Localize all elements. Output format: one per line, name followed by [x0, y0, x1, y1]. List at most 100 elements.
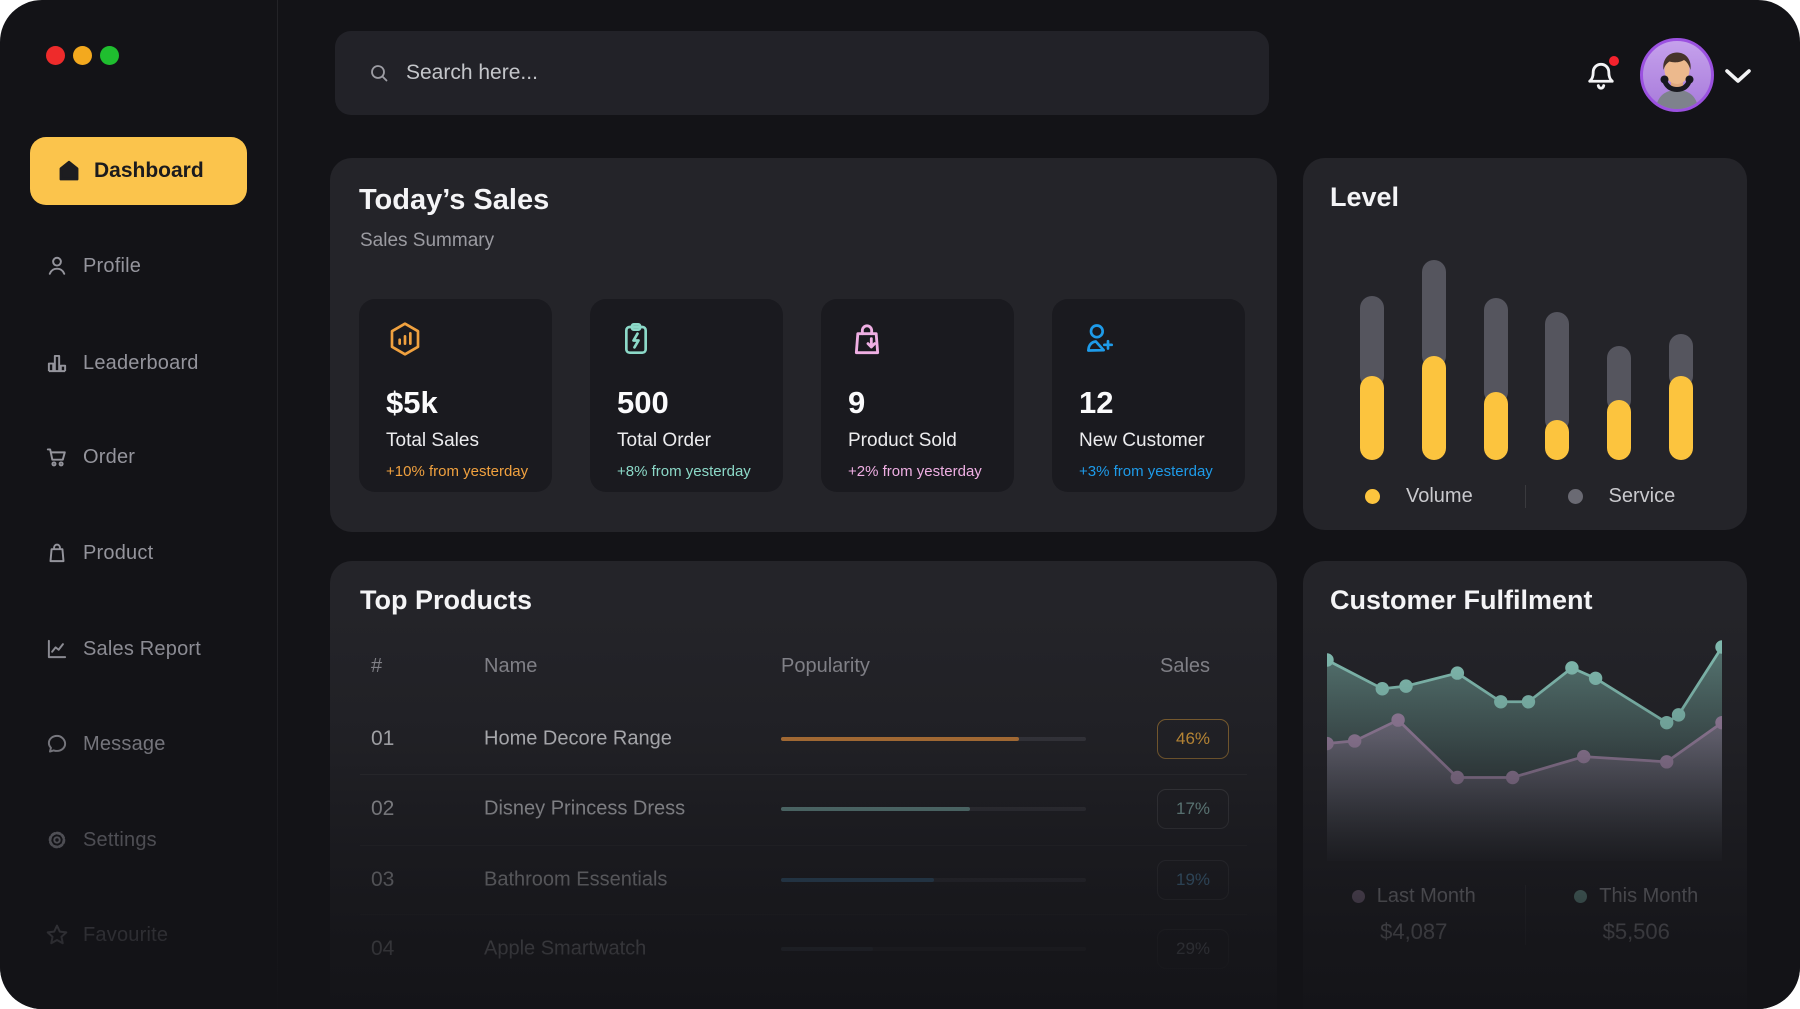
sales-badge: 19%: [1157, 860, 1229, 900]
sidebar-item-label: Favourite: [83, 924, 168, 947]
search-input[interactable]: [404, 60, 1249, 86]
stat-value: 12: [1079, 385, 1113, 421]
last-month-dot-icon: [1352, 890, 1365, 903]
stat-label: Product Sold: [848, 430, 957, 452]
stat-value: 500: [617, 385, 669, 421]
row-number: 04: [371, 937, 394, 961]
sales-badge: 46%: [1157, 719, 1229, 759]
stat-label: Total Sales: [386, 430, 479, 452]
sidebar-item-message[interactable]: Message: [30, 722, 247, 766]
legend-last-month: Last Month $4,087: [1303, 885, 1525, 945]
legend-service: Service: [1526, 485, 1728, 508]
bag-icon: [44, 540, 70, 566]
sidebar-item-label: Profile: [83, 255, 141, 278]
sidebar-item-label: Settings: [83, 829, 157, 852]
sidebar-item-profile[interactable]: Profile: [30, 244, 247, 288]
level-bar: [1545, 312, 1569, 460]
sidebar-item-dashboard[interactable]: Dashboard: [30, 137, 247, 205]
legend-volume: Volume: [1323, 485, 1525, 508]
legend-label: Service: [1609, 485, 1676, 508]
this-month-dot-icon: [1574, 890, 1587, 903]
top-products-title: Top Products: [360, 585, 532, 616]
stat-value: $5k: [386, 385, 438, 421]
legend-label: Last Month: [1377, 885, 1476, 908]
gear-icon: [44, 827, 70, 853]
row-number: 01: [371, 727, 394, 751]
sidebar: Dashboard Profile Leaderboard Order Prod: [0, 0, 278, 1009]
hexagon-chart-icon: [385, 319, 425, 359]
row-number: 02: [371, 797, 394, 821]
table-row[interactable]: 03 Bathroom Essentials 19%: [330, 846, 1277, 914]
stat-label: New Customer: [1079, 430, 1205, 452]
window-controls: [46, 46, 119, 65]
todays-sales-subtitle: Sales Summary: [360, 230, 494, 252]
stat-product-sold[interactable]: 9 Product Sold +2% from yesterday: [821, 299, 1014, 492]
level-title: Level: [1330, 182, 1399, 213]
fulfilment-legend: Last Month $4,087 This Month $5,506: [1303, 885, 1747, 945]
legend-value: $4,087: [1380, 919, 1447, 945]
sidebar-item-leaderboard[interactable]: Leaderboard: [30, 341, 247, 385]
notification-dot: [1609, 56, 1619, 66]
legend-value: $5,506: [1603, 919, 1670, 945]
sales-badge: 29%: [1157, 929, 1229, 969]
stat-total-order[interactable]: 500 Total Order +8% from yesterday: [590, 299, 783, 492]
user-plus-icon: [1078, 319, 1118, 359]
product-name: Apple Smartwatch: [484, 938, 646, 961]
sidebar-item-sales-report[interactable]: Sales Report: [30, 627, 247, 671]
legend-this-month: This Month $5,506: [1526, 885, 1748, 945]
product-name: Bathroom Essentials: [484, 869, 667, 892]
stat-delta: +8% from yesterday: [617, 463, 751, 480]
star-icon: [44, 922, 70, 948]
level-bar: [1669, 334, 1693, 460]
avatar-illustration: [1643, 41, 1711, 109]
app-window: Dashboard Profile Leaderboard Order Prod: [0, 0, 1800, 1009]
bar-chart-icon: [44, 350, 70, 376]
level-card: Level Volume Service: [1303, 158, 1747, 530]
legend-label: This Month: [1599, 885, 1698, 908]
product-name: Home Decore Range: [484, 728, 672, 751]
sidebar-item-label: Dashboard: [94, 159, 204, 183]
legend-label: Volume: [1406, 485, 1473, 508]
clipboard-bolt-icon: [616, 319, 656, 359]
table-row[interactable]: 02 Disney Princess Dress 17%: [330, 775, 1277, 843]
service-dot-icon: [1568, 489, 1583, 504]
sidebar-item-order[interactable]: Order: [30, 435, 247, 479]
cart-icon: [44, 444, 70, 470]
avatar[interactable]: [1640, 38, 1714, 112]
stat-new-customer[interactable]: 12 New Customer +3% from yesterday: [1052, 299, 1245, 492]
level-bar: [1484, 298, 1508, 460]
search-icon: [367, 61, 391, 85]
table-header: # Name Popularity Sales: [330, 655, 1277, 681]
popularity-bar: [781, 737, 1086, 741]
sidebar-item-label: Order: [83, 446, 135, 469]
sales-badge: 17%: [1157, 789, 1229, 829]
table-row[interactable]: 04 Apple Smartwatch 29%: [330, 915, 1277, 983]
sidebar-item-settings[interactable]: Settings: [30, 818, 247, 862]
stat-delta: +2% from yesterday: [848, 463, 982, 480]
todays-sales-title: Today’s Sales: [359, 184, 549, 217]
top-products-card: Top Products # Name Popularity Sales 01 …: [330, 561, 1277, 1009]
minimize-window-button[interactable]: [73, 46, 92, 65]
level-legend: Volume Service: [1323, 485, 1727, 508]
popularity-bar: [781, 878, 1086, 882]
chevron-down-icon: [1724, 68, 1752, 86]
level-bar: [1422, 260, 1446, 460]
sidebar-item-product[interactable]: Product: [30, 531, 247, 575]
column-header-popularity: Popularity: [781, 655, 870, 678]
sidebar-item-label: Leaderboard: [83, 352, 199, 375]
popularity-bar: [781, 807, 1086, 811]
stat-value: 9: [848, 385, 865, 421]
user-icon: [44, 253, 70, 279]
table-row[interactable]: 01 Home Decore Range 46%: [330, 705, 1277, 773]
popularity-bar: [781, 947, 1086, 951]
notifications-button[interactable]: [1583, 58, 1619, 94]
column-header-name: Name: [484, 655, 537, 678]
profile-menu-button[interactable]: [1724, 68, 1752, 86]
stat-delta: +3% from yesterday: [1079, 463, 1213, 480]
close-window-button[interactable]: [46, 46, 65, 65]
sidebar-item-favourite[interactable]: Favourite: [30, 913, 247, 957]
product-name: Disney Princess Dress: [484, 798, 685, 821]
stat-total-sales[interactable]: $5k Total Sales +10% from yesterday: [359, 299, 552, 492]
sidebar-item-label: Message: [83, 733, 166, 756]
zoom-window-button[interactable]: [100, 46, 119, 65]
